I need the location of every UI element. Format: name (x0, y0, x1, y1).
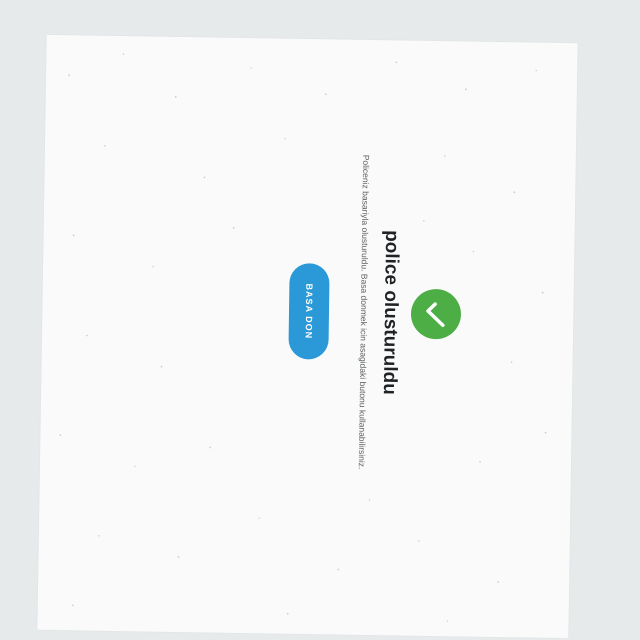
back-to-start-button[interactable]: BASA DON (288, 263, 330, 360)
success-check-icon (410, 288, 462, 340)
check-icon (426, 302, 445, 327)
success-description: Policeniz basariyla olusturuldu. Basa do… (356, 154, 372, 470)
success-panel: police olusturuldu Policeniz basariyla o… (249, 155, 463, 470)
page-background: police olusturuldu Policeniz basariyla o… (0, 0, 640, 640)
page-title: police olusturuldu (378, 229, 403, 395)
